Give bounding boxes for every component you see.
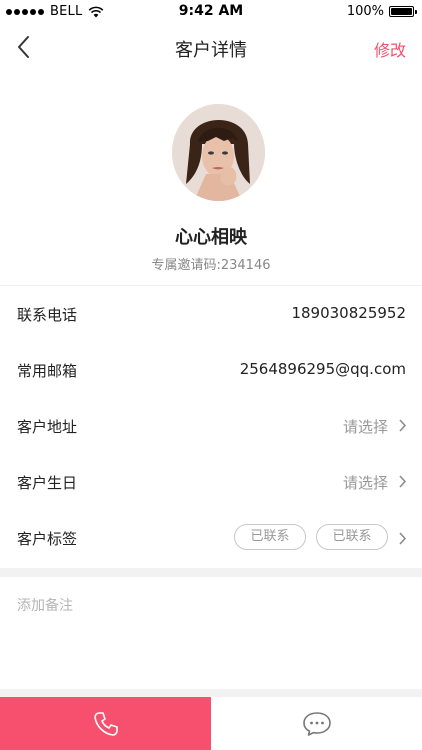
edit-button[interactable]: 修改 (374, 37, 406, 61)
row-phone[interactable]: 联系电话 189030825952 (0, 286, 422, 342)
battery-percent: 100% (346, 4, 384, 19)
phone-icon (93, 711, 118, 736)
section-divider (0, 568, 422, 577)
row-label: 客户标签 (17, 530, 78, 548)
row-email[interactable]: 常用邮箱 2564896295@qq.com (0, 342, 422, 398)
row-tags[interactable]: 客户标签 已联系 已联系 (0, 510, 422, 566)
row-label: 联系电话 (17, 306, 78, 324)
message-button[interactable] (211, 697, 422, 750)
chevron-right-icon (399, 532, 407, 545)
email-value: 2564896295@qq.com (239, 360, 406, 378)
customer-name: 心心相映 (175, 227, 247, 248)
phone-value: 189030825952 (291, 304, 406, 322)
tag-chip[interactable]: 已联系 (234, 524, 306, 550)
row-label: 客户生日 (17, 474, 78, 492)
battery-fill (391, 8, 412, 15)
nav-bar: 客户详情 修改 (0, 24, 422, 70)
tag-list: 已联系 已联系 (234, 524, 388, 550)
section-divider (0, 689, 422, 697)
row-birthday[interactable]: 客户生日 请选择 (0, 454, 422, 510)
birthday-value: 请选择 (342, 474, 388, 492)
row-address[interactable]: 客户地址 请选择 (0, 398, 422, 454)
tag-chip[interactable]: 已联系 (316, 524, 388, 550)
row-label: 客户地址 (17, 418, 78, 436)
call-button[interactable] (0, 697, 211, 750)
remark-input[interactable]: 添加备注 (17, 595, 73, 615)
chevron-right-icon (399, 475, 407, 488)
status-right: 100% (346, 4, 417, 19)
status-bar: BELL 9:42 AM 100% (0, 0, 422, 24)
avatar (172, 104, 265, 201)
chat-bubble-icon (302, 711, 331, 736)
page-title: 客户详情 (175, 40, 247, 61)
battery-icon (389, 6, 417, 17)
chevron-right-icon (399, 419, 407, 432)
address-value: 请选择 (342, 418, 388, 436)
row-label: 常用邮箱 (17, 362, 78, 380)
invite-code: 专属邀请码:234146 (151, 258, 271, 273)
avatar-image (172, 104, 265, 201)
bottom-action-bar (0, 697, 422, 750)
